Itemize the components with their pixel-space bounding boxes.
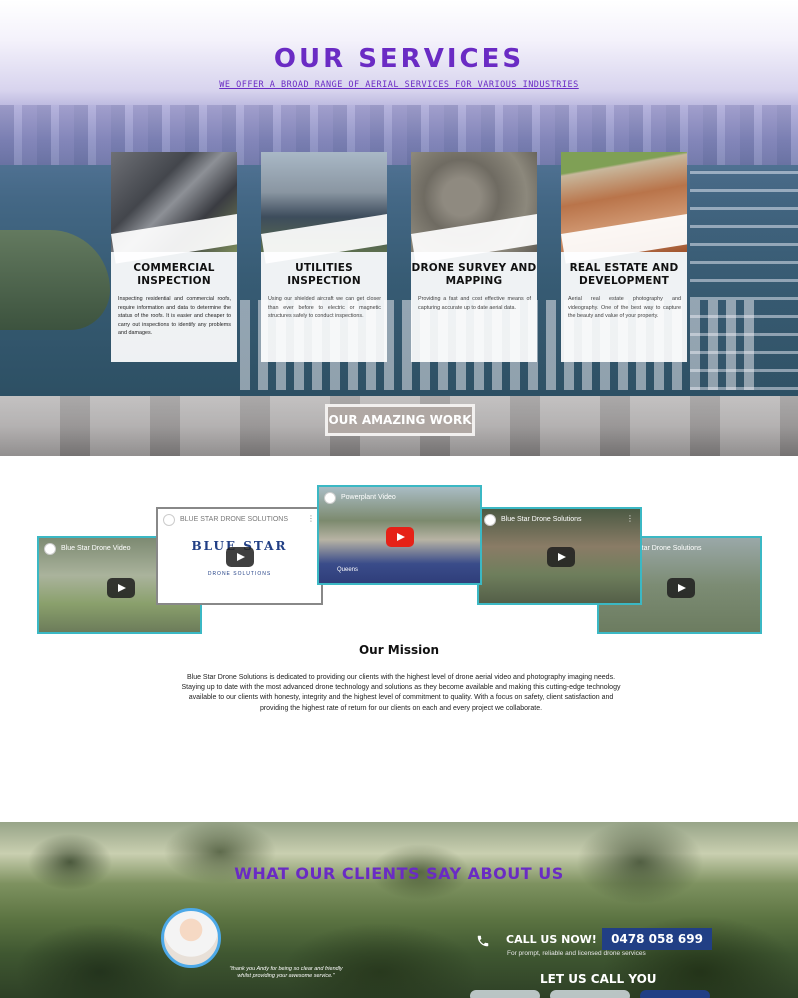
testimonials-title: WHAT OUR CLIENTS SAY ABOUT US [234, 864, 564, 883]
service-card-drone-survey[interactable]: DRONE SURVEY AND MAPPING Providing a fas… [411, 152, 537, 362]
service-card-commercial-inspection[interactable]: COMMERCIAL INSPECTION Inspecting residen… [111, 152, 237, 362]
video-title: Blue Star Drone Video [61, 545, 131, 552]
channel-avatar [324, 492, 336, 504]
more-options-icon[interactable]: ⋮ [626, 514, 634, 523]
services-subtitle: WE OFFER A BROAD RANGE OF AERIAL SERVICE… [0, 80, 798, 90]
service-card-description: Aerial real estate photography and video… [568, 296, 681, 320]
services-subtitle-text: WE OFFER A BROAD RANGE OF AERIAL SERVICE… [219, 80, 579, 90]
play-icon[interactable] [107, 578, 135, 598]
powerplant-photo [261, 152, 387, 252]
quarry-photo [411, 152, 537, 252]
services-section: OUR SERVICES WE OFFER A BROAD RANGE OF A… [0, 0, 798, 456]
mission-text: Blue Star Drone Solutions is dedicated t… [181, 674, 621, 712]
roof-photo [111, 152, 237, 252]
phone-icon [477, 935, 489, 947]
channel-avatar [44, 543, 56, 555]
brand-logo-subtext: DRONE SOLUTIONS [207, 571, 272, 577]
services-title: OUR SERVICES [273, 44, 525, 74]
mission-title: Our Mission [358, 643, 440, 657]
youtube-play-icon[interactable] [386, 527, 414, 547]
callback-form-field[interactable] [550, 990, 630, 998]
service-card-real-estate[interactable]: REAL ESTATE AND DEVELOPMENT Aerial real … [561, 152, 687, 362]
golf-course-background [0, 822, 798, 998]
client-avatar [161, 908, 221, 968]
video-title: Blue Star Drone Solutions [501, 516, 582, 523]
video-title: BLUE STAR DRONE SOLUTIONS [180, 516, 289, 523]
service-card-description: Providing a fast and cost effective mean… [418, 296, 531, 311]
development-site-photo [561, 152, 687, 252]
video-thumbnail[interactable]: BLUE STAR DRONE SOLUTIONS ⋮ BLUE STAR DR… [156, 507, 323, 605]
video-thumbnail[interactable]: Blue Star Drone Solutions ⋮ [477, 507, 642, 605]
play-icon[interactable] [226, 547, 254, 567]
video-thumbnail-featured[interactable]: Powerplant Video Queens [317, 485, 482, 585]
service-card-title: UTILITIES INSPECTION [287, 262, 361, 287]
video-overlay-label: Queens [337, 567, 359, 573]
service-card-title: COMMERCIAL INSPECTION [133, 262, 215, 287]
testimonials-section: WHAT OUR CLIENTS SAY ABOUT US [0, 822, 798, 998]
play-icon[interactable] [667, 578, 695, 598]
service-card-title: REAL ESTATE AND DEVELOPMENT [569, 262, 679, 287]
service-card-title: DRONE SURVEY AND MAPPING [411, 262, 537, 287]
channel-avatar [484, 514, 496, 526]
service-card-utilities-inspection[interactable]: UTILITIES INSPECTION Using our shielded … [261, 152, 387, 362]
our-amazing-work-button[interactable]: OUR AMAZING WORK [325, 404, 475, 436]
more-options-icon[interactable]: ⋮ [307, 514, 315, 523]
call-us-subtitle: For prompt, reliable and licensed drone … [507, 950, 646, 957]
video-title: Powerplant Video [341, 494, 396, 501]
phone-number-link[interactable]: 0478 058 699 [602, 928, 712, 950]
let-us-call-you-title: LET US CALL YOU [540, 972, 657, 986]
callback-submit-button[interactable] [640, 990, 710, 998]
play-icon[interactable] [547, 547, 575, 567]
call-us-label: CALL US NOW! [506, 933, 597, 946]
channel-avatar [163, 514, 175, 526]
service-card-description: Using our shielded aircraft we can get c… [268, 296, 381, 320]
testimonial-quote: "thank you Andy for being so clear and f… [229, 966, 343, 979]
callback-form-field[interactable] [470, 990, 540, 998]
service-card-description: Inspecting residential and commercial ro… [118, 296, 231, 337]
